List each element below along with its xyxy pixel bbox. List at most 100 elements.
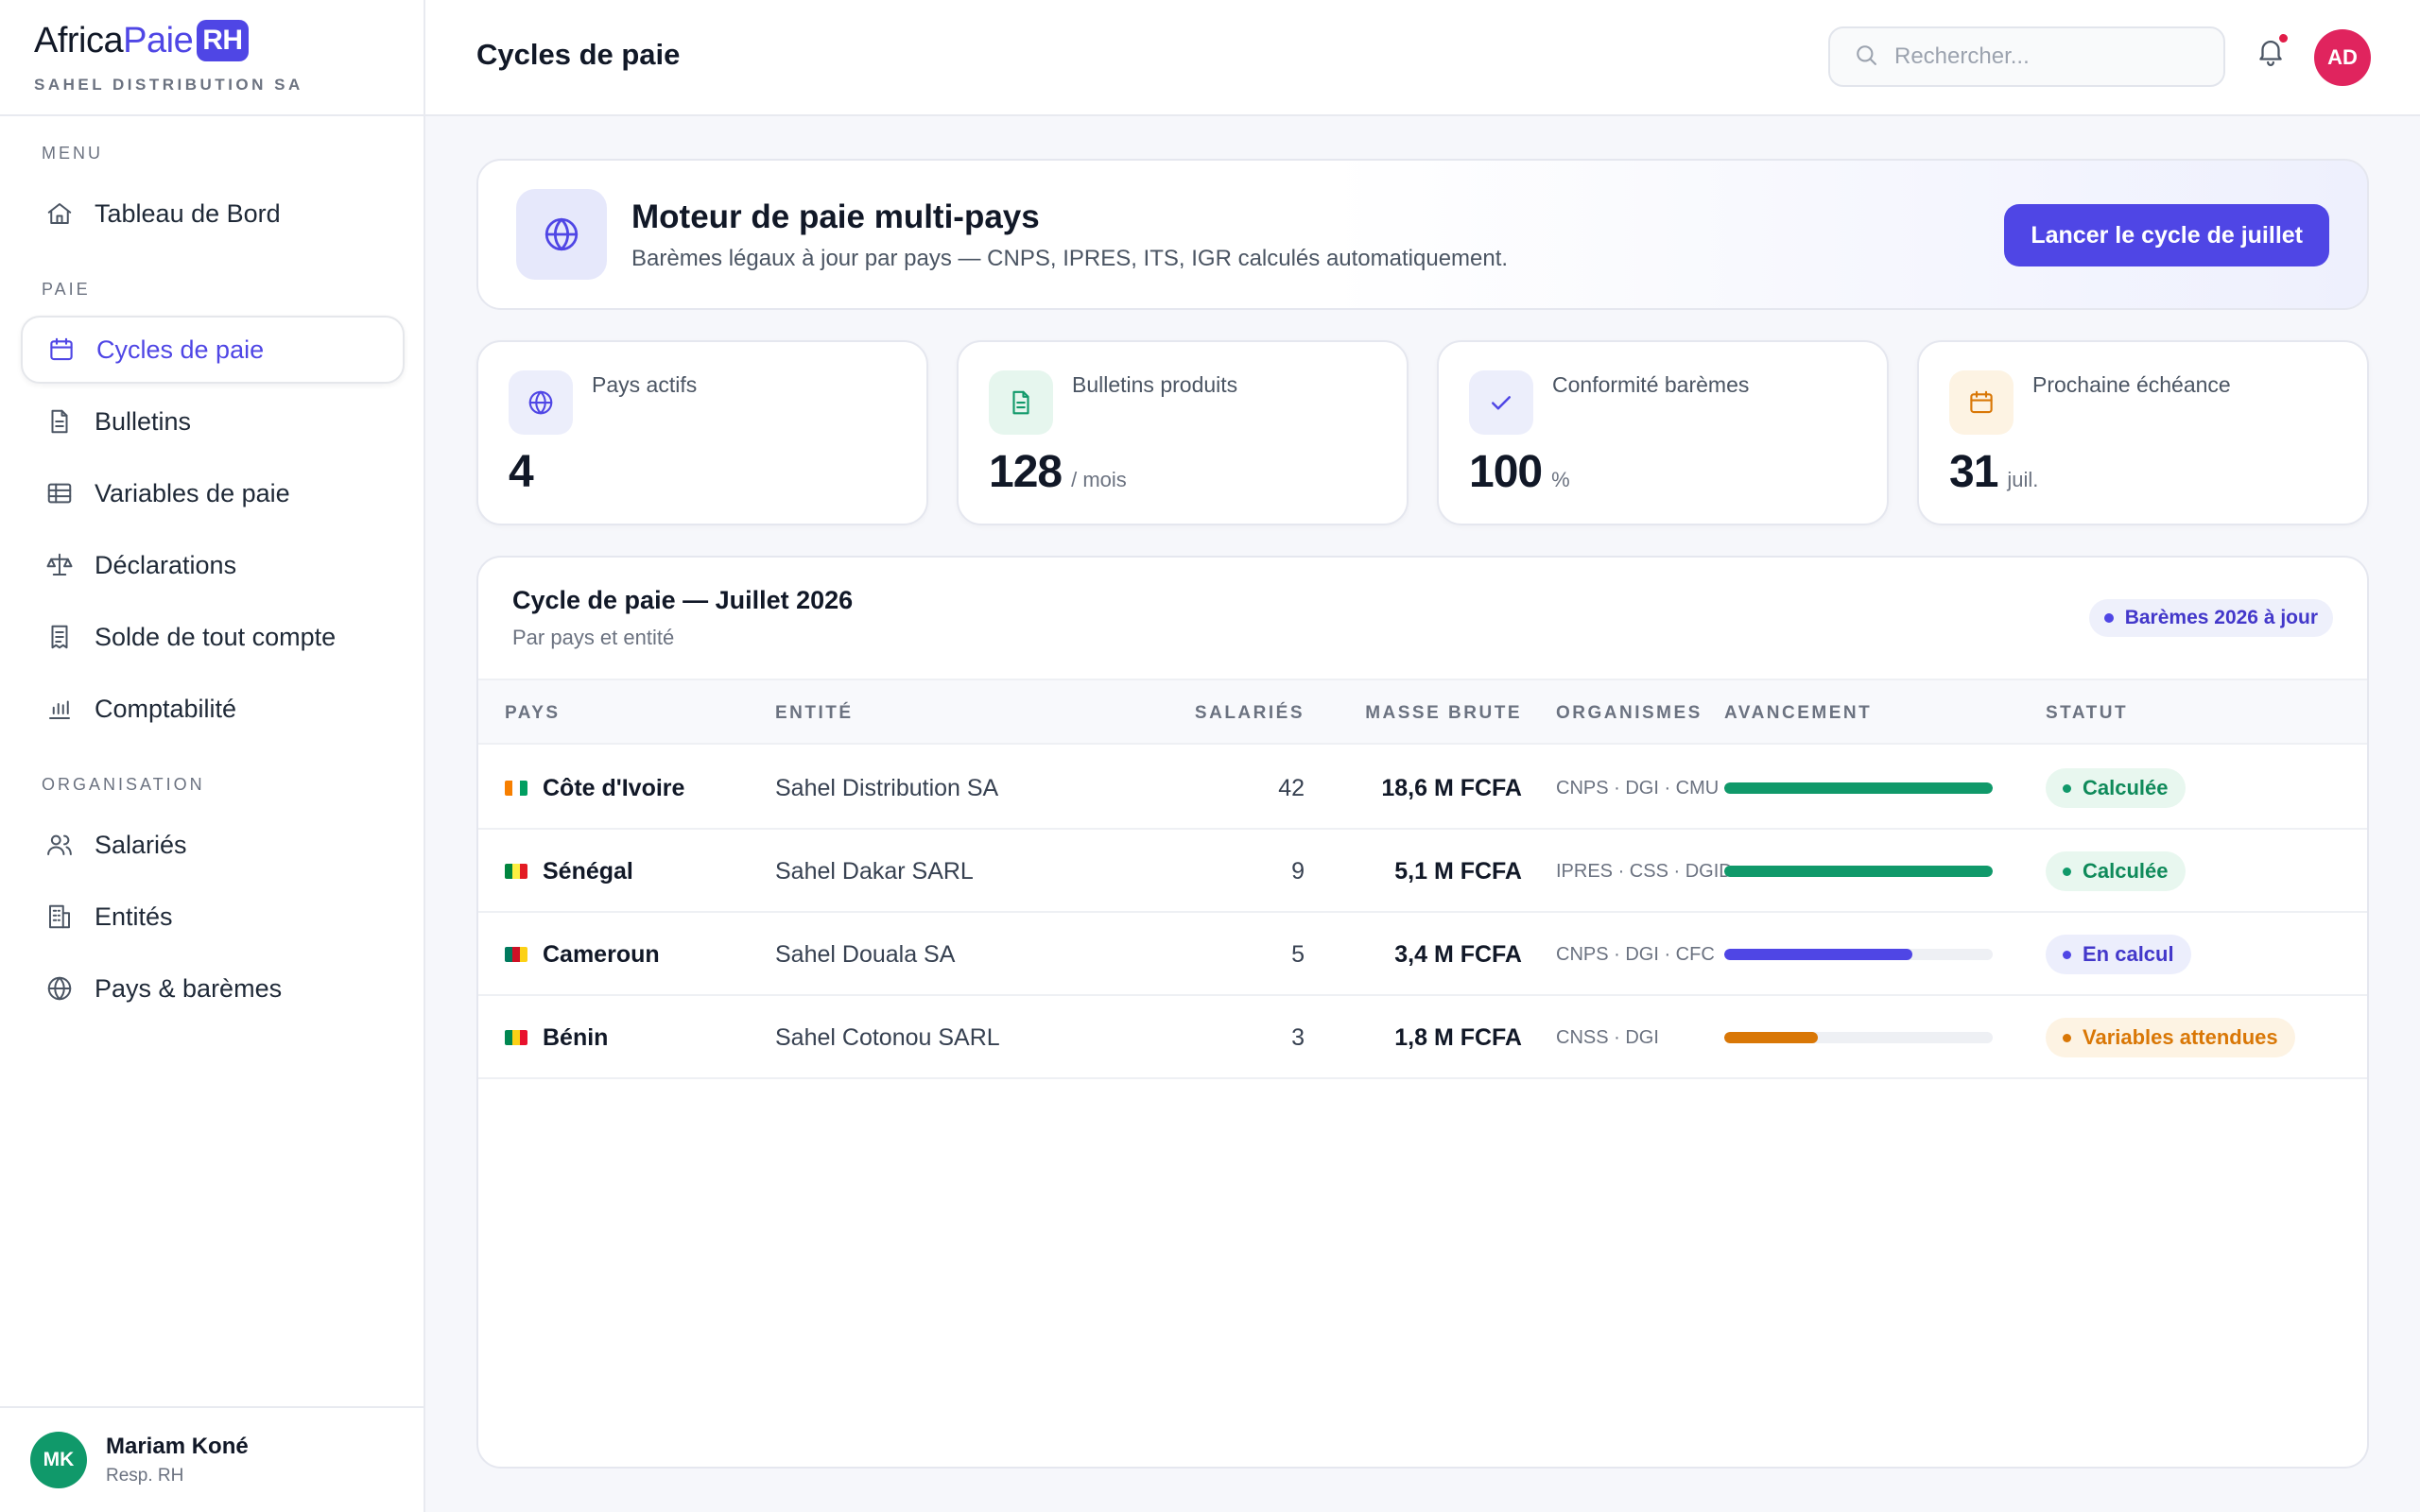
stat-label: Bulletins produits — [1072, 372, 1238, 397]
section-label-menu: MENU — [42, 144, 103, 163]
table-row[interactable]: Sénégal Sahel Dakar SARL 9 5,1 M FCFA IPRES … — [478, 830, 2367, 913]
account-avatar[interactable]: AD — [2314, 29, 2371, 86]
sidebar-item-label: Variables de paie — [95, 478, 290, 507]
dot-icon — [2103, 613, 2114, 623]
gross-mass: 18,6 M FCFA — [1381, 774, 1522, 801]
sidebar-item-dashboard[interactable]: Tableau de Bord — [21, 180, 405, 248]
launch-cycle-button[interactable]: Lancer le cycle de juillet — [2004, 204, 2329, 266]
sidebar-item-pays[interactable]: Pays & barèmes — [21, 954, 405, 1022]
search-box[interactable] — [1828, 26, 2225, 87]
column-header-gross-mass[interactable]: MASSE BRUTE — [1305, 703, 1522, 724]
column-header-employees[interactable]: SALARIÉS — [1115, 703, 1305, 724]
flag-stripe — [512, 864, 520, 879]
progress-bar — [1724, 949, 1993, 960]
table-subtitle: Par pays et entité — [512, 626, 675, 649]
user-role: Resp. RH — [106, 1466, 184, 1486]
check-icon — [1469, 370, 1533, 435]
progress-cell — [1724, 830, 1993, 913]
sidebar-item-salaries[interactable]: Salariés — [21, 811, 405, 879]
country-cell: Côte d'Ivoire — [505, 747, 684, 830]
status-label: Calculée — [2083, 859, 2169, 883]
column-header-country[interactable]: PAYS — [505, 703, 561, 724]
table-row[interactable]: Côte d'Ivoire Sahel Distribution SA 42 18,6… — [478, 747, 2367, 830]
document-icon — [989, 370, 1053, 435]
status-label: En calcul — [2083, 942, 2174, 966]
employee-count: 42 — [1278, 774, 1305, 801]
progress-bar-fill — [1724, 1032, 1819, 1043]
notifications-button[interactable] — [2250, 32, 2291, 74]
status-badge: Calculée — [2046, 851, 2186, 891]
flag-stripe — [512, 947, 520, 962]
country-cell: Sénégal — [505, 830, 633, 913]
flag-icon — [505, 781, 527, 796]
top-header: Cycles de paie AD — [425, 0, 2420, 116]
sidebar-item-variables[interactable]: Variables de paie — [21, 459, 405, 527]
sidebar-item-cycles[interactable]: Cycles de paie — [21, 316, 405, 384]
sidebar-item-declarations[interactable]: Déclarations — [21, 531, 405, 599]
stat-value: 31 — [1949, 447, 1998, 497]
gross-mass: 3,4 M FCFA — [1394, 940, 1522, 968]
current-user[interactable]: MK Mariam Koné Resp. RH — [0, 1406, 424, 1512]
payroll-engine-banner: Moteur de paie multi-pays Barèmes légaux… — [476, 159, 2369, 310]
calendar-icon — [45, 334, 78, 366]
user-avatar: MK — [30, 1432, 87, 1488]
column-header-progress[interactable]: AVANCEMENT — [1724, 703, 1872, 724]
flag-stripe — [520, 864, 527, 879]
search-icon — [1853, 42, 1879, 73]
globe-icon — [43, 972, 76, 1005]
country-cell: Bénin — [505, 996, 608, 1079]
column-header-status[interactable]: STATUT — [2046, 703, 2128, 724]
flag-icon — [505, 947, 527, 962]
table-row[interactable]: Bénin Sahel Cotonou SARL 3 1,8 M FCFA CNSS ·… — [478, 996, 2367, 1079]
flag-stripe — [505, 947, 512, 962]
stat-value: 4 — [509, 447, 534, 497]
flag-icon — [505, 1030, 527, 1045]
entity-name: Sahel Distribution SA — [775, 774, 999, 801]
sidebar-item-entites[interactable]: Entités — [21, 883, 405, 951]
flag-stripe — [512, 1030, 520, 1045]
stat-label: Pays actifs — [592, 372, 698, 397]
flag-stripe — [520, 781, 527, 796]
progress-bar-fill — [1724, 949, 1912, 960]
stat-card-payslips: Bulletins produits 128 / mois — [957, 340, 1409, 525]
home-icon — [43, 198, 76, 230]
progress-cell — [1724, 747, 1993, 830]
country-cell: Cameroun — [505, 913, 660, 996]
search-input[interactable] — [1894, 43, 2206, 70]
stat-card-next-deadline: Prochaine échéance 31 juil. — [1917, 340, 2369, 525]
employee-count: 3 — [1291, 1023, 1305, 1051]
user-name: Mariam Koné — [106, 1434, 249, 1459]
users-icon — [43, 829, 76, 861]
flag-stripe — [512, 781, 520, 796]
flag-stripe — [520, 947, 527, 962]
section-label-paie: PAIE — [42, 280, 91, 299]
globe-icon — [509, 370, 573, 435]
organisms: CNSS · DGI — [1556, 1026, 1659, 1048]
logo-badge-rh: RH — [197, 20, 249, 61]
progress-bar — [1724, 1032, 1993, 1043]
brand: Africa Paie RH SAHEL DISTRIBUTION SA — [0, 0, 424, 116]
page-title: Cycles de paie — [476, 38, 681, 71]
flag-icon — [505, 864, 527, 879]
status-badge: Variables attendues — [2046, 1018, 2295, 1057]
notification-dot — [2279, 34, 2288, 43]
table-row[interactable]: Cameroun Sahel Douala SA 5 3,4 M FCFA CNPS ·… — [478, 913, 2367, 996]
status-label: Variables attendues — [2083, 1025, 2278, 1049]
bar-chart-icon — [43, 693, 76, 725]
sidebar-item-label: Déclarations — [95, 550, 237, 579]
globe-icon — [516, 189, 607, 280]
stat-card-compliance: Conformité barèmes 100% — [1437, 340, 1889, 525]
country-name: Côte d'Ivoire — [543, 774, 685, 801]
column-header-organisms[interactable]: ORGANISMES — [1556, 703, 1703, 724]
logo-text-paie: Paie — [123, 20, 194, 60]
status-cell: Calculée — [2046, 830, 2186, 913]
sidebar: Africa Paie RH SAHEL DISTRIBUTION SA MENU … — [0, 0, 425, 1512]
sidebar-item-solde[interactable]: Solde de tout compte — [21, 603, 405, 671]
sidebar-item-bulletins[interactable]: Bulletins — [21, 387, 405, 455]
payroll-cycle-table-card: Cycle de paie — Juillet 2026 Par pays et… — [476, 556, 2369, 1469]
app-logo[interactable]: Africa Paie RH — [34, 17, 424, 64]
column-header-entity[interactable]: ENTITÉ — [775, 703, 854, 724]
sidebar-item-comptabilite[interactable]: Comptabilité — [21, 675, 405, 743]
progress-cell — [1724, 996, 1993, 1079]
badge-label: Barèmes 2026 à jour — [2124, 607, 2318, 628]
